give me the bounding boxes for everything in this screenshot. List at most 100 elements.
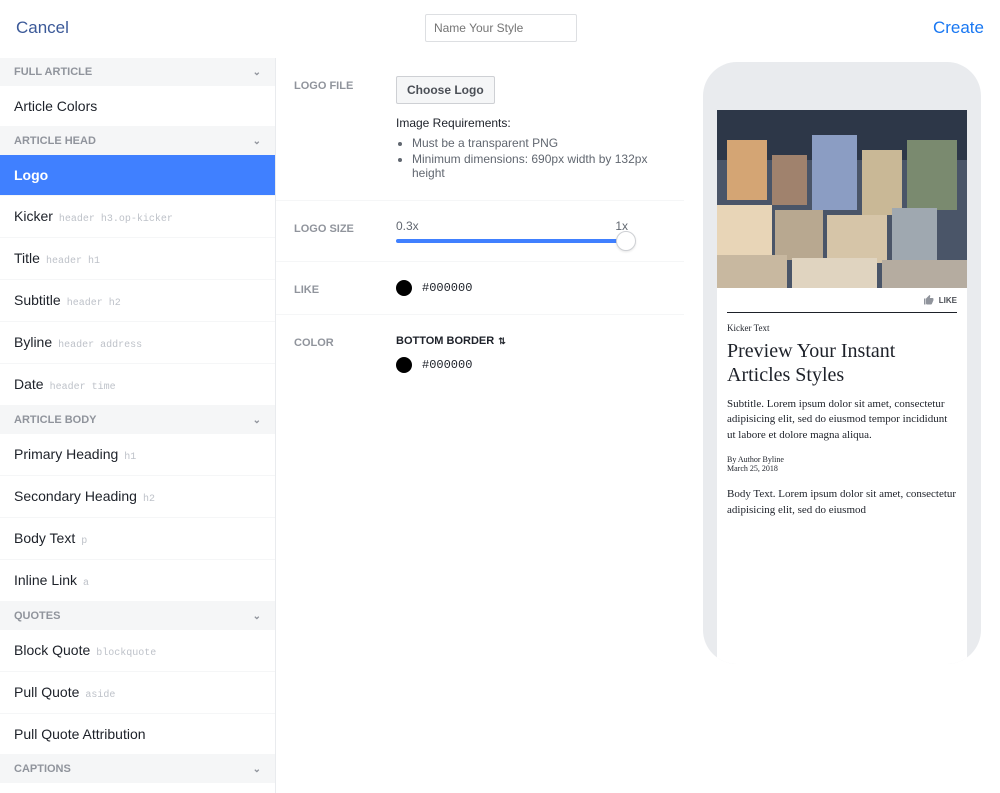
choose-logo-button[interactable]: Choose Logo <box>396 76 495 104</box>
style-name-input[interactable] <box>425 14 577 42</box>
item-selector: header h3.op-kicker <box>59 214 173 225</box>
sidebar-item-kicker[interactable]: Kicker header h3.op-kicker <box>0 196 275 238</box>
sidebar-item-body-text[interactable]: Body Text p <box>0 518 275 560</box>
item-label: Logo <box>14 167 48 183</box>
setting-color: Color Bottom Border ⇅ #000000 <box>276 315 684 391</box>
color-swatch-row[interactable]: #000000 <box>396 280 666 296</box>
setting-like: Like #000000 <box>276 262 684 315</box>
slider-thumb[interactable] <box>616 231 636 251</box>
requirement-item: Minimum dimensions: 690px width by 132px… <box>412 152 666 180</box>
chevron-down-icon: ⌄ <box>253 67 261 78</box>
item-selector: p <box>81 536 87 547</box>
chevron-down-icon: ⌄ <box>253 611 261 622</box>
sidebar[interactable]: Full Article ⌄ Article Colors Article He… <box>0 58 276 793</box>
setting-logo-size: Logo Size 0.3x 1x <box>276 201 684 262</box>
sidebar-item-subtitle[interactable]: Subtitle header h2 <box>0 280 275 322</box>
sidebar-item-primary-heading[interactable]: Primary Heading h1 <box>0 434 275 476</box>
sort-icon: ⇅ <box>498 336 506 347</box>
divider <box>727 312 957 313</box>
create-button[interactable]: Create <box>933 18 984 38</box>
item-label: Title <box>14 250 40 266</box>
requirements-list: Must be a transparent PNG Minimum dimens… <box>412 136 666 180</box>
item-selector: header time <box>50 382 116 393</box>
item-label: Secondary Heading <box>14 488 137 504</box>
item-selector: aside <box>85 690 115 701</box>
setting-label: Color <box>294 333 382 373</box>
preview-title: Preview Your Instant Articles Styles <box>717 339 967 397</box>
item-label: Pull Quote Attribution <box>14 726 146 742</box>
item-selector: header h1 <box>46 256 100 267</box>
chevron-down-icon: ⌄ <box>253 415 261 426</box>
sidebar-item-pull-quote-attribution[interactable]: Pull Quote Attribution <box>0 714 275 755</box>
logo-size-slider[interactable]: 0.3x 1x <box>396 219 628 243</box>
preview-kicker: Kicker Text <box>717 323 967 339</box>
section-full-article[interactable]: Full Article ⌄ <box>0 58 275 86</box>
cancel-button[interactable]: Cancel <box>16 18 69 38</box>
color-swatch[interactable] <box>396 357 412 373</box>
item-label: Body Text <box>14 530 75 546</box>
preview-column: LIKE Kicker Text Preview Your Instant Ar… <box>684 58 1000 793</box>
section-label: Captions <box>14 763 71 775</box>
setting-logo-file: Logo File Choose Logo Image Requirements… <box>276 58 684 201</box>
like-label: LIKE <box>939 296 957 305</box>
sidebar-item-block-quote[interactable]: Block Quote blockquote <box>0 630 275 672</box>
requirement-item: Must be a transparent PNG <box>412 136 666 150</box>
hex-value: #000000 <box>422 358 472 372</box>
slider-min: 0.3x <box>396 219 419 233</box>
setting-label: Like <box>294 280 382 296</box>
item-label: Article Colors <box>14 98 97 114</box>
slider-track[interactable] <box>396 239 628 243</box>
section-captions[interactable]: Captions ⌄ <box>0 755 275 783</box>
chevron-down-icon: ⌄ <box>253 764 261 775</box>
select-label: Bottom Border <box>396 335 494 347</box>
bottom-border-select[interactable]: Bottom Border ⇅ <box>396 335 506 347</box>
thumb-up-icon <box>922 294 936 306</box>
sidebar-item-title[interactable]: Title header h1 <box>0 238 275 280</box>
sidebar-item-byline[interactable]: Byline header address <box>0 322 275 364</box>
item-label: Date <box>14 376 44 392</box>
preview-body: Body Text. Lorem ipsum dolor sit amet, c… <box>717 487 967 518</box>
sidebar-item-small-caption-title[interactable]: Small Caption Title <box>0 783 275 793</box>
preview-subtitle: Subtitle. Lorem ipsum dolor sit amet, co… <box>717 397 967 455</box>
setting-label: Logo Size <box>294 219 382 243</box>
item-selector: header address <box>58 340 142 351</box>
item-label: Byline <box>14 334 52 350</box>
preview-date: March 25, 2018 <box>717 464 967 487</box>
section-label: Full Article <box>14 66 92 78</box>
setting-label: Logo File <box>294 76 382 182</box>
preview-byline: By Author Byline <box>717 455 967 464</box>
item-label: Kicker <box>14 208 53 224</box>
sidebar-item-secondary-heading[interactable]: Secondary Heading h2 <box>0 476 275 518</box>
device-frame: LIKE Kicker Text Preview Your Instant Ar… <box>703 62 981 664</box>
settings-panel: Logo File Choose Logo Image Requirements… <box>276 58 684 793</box>
item-selector: h1 <box>124 452 136 463</box>
sidebar-item-inline-link[interactable]: Inline Link a <box>0 560 275 602</box>
sidebar-item-pull-quote[interactable]: Pull Quote aside <box>0 672 275 714</box>
hex-value: #000000 <box>422 281 472 295</box>
item-label: Block Quote <box>14 642 90 658</box>
item-selector: h2 <box>143 494 155 505</box>
like-row: LIKE <box>717 288 967 308</box>
item-label: Primary Heading <box>14 446 118 462</box>
section-label: Article Body <box>14 414 97 426</box>
item-label: Pull Quote <box>14 684 79 700</box>
chevron-down-icon: ⌄ <box>253 136 261 147</box>
item-label: Inline Link <box>14 572 77 588</box>
sidebar-item-logo[interactable]: Logo <box>0 155 275 196</box>
section-label: Article Head <box>14 135 96 147</box>
section-article-head[interactable]: Article Head ⌄ <box>0 127 275 155</box>
section-article-body[interactable]: Article Body ⌄ <box>0 406 275 434</box>
color-swatch[interactable] <box>396 280 412 296</box>
header: Cancel Create <box>0 0 1000 58</box>
item-label: Subtitle <box>14 292 61 308</box>
sidebar-item-date[interactable]: Date header time <box>0 364 275 406</box>
preview-screen: LIKE Kicker Text Preview Your Instant Ar… <box>717 110 967 664</box>
item-selector: blockquote <box>96 648 156 659</box>
color-swatch-row[interactable]: #000000 <box>396 357 666 373</box>
section-label: Quotes <box>14 610 60 622</box>
sidebar-item-article-colors[interactable]: Article Colors <box>0 86 275 127</box>
item-selector: a <box>83 578 89 589</box>
item-selector: header h2 <box>67 298 121 309</box>
section-quotes[interactable]: Quotes ⌄ <box>0 602 275 630</box>
hero-image <box>717 110 967 288</box>
